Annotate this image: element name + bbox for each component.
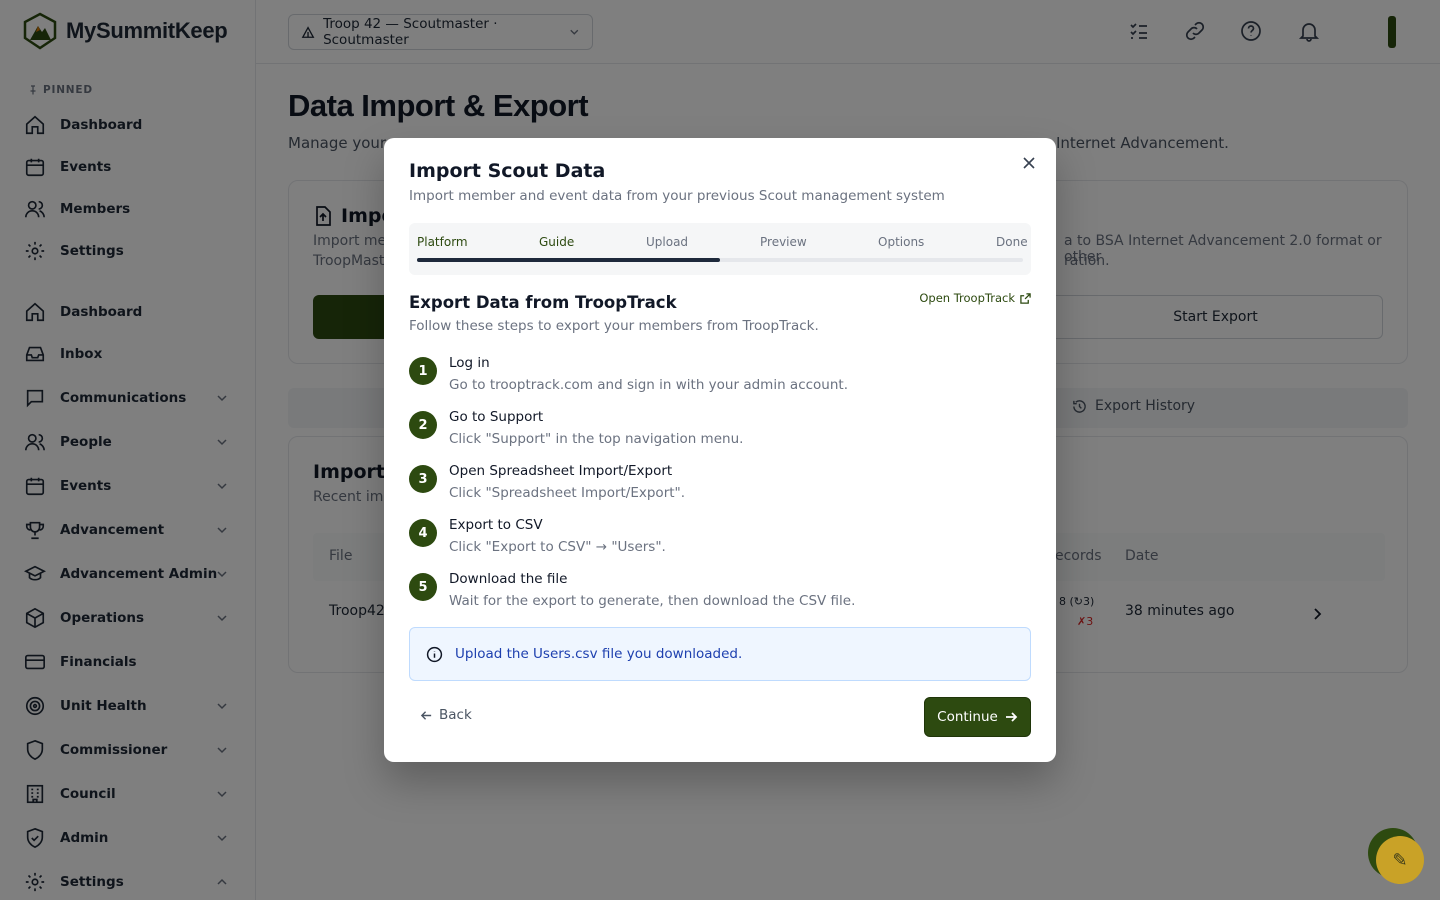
edit-fab[interactable]: ✎ [1376,836,1424,884]
pencil-icon: ✎ [1392,849,1408,871]
info-alert: Upload the Users.csv file you downloaded… [409,627,1031,681]
guide-step: 2 Go to Support Click "Support" in the t… [409,409,1009,453]
dialog-subtitle: Import member and event data from your p… [409,188,945,204]
wizard-stepper: Platform Guide Upload Preview Options Do… [409,223,1031,275]
step-description: Click "Spreadsheet Import/Export". [449,485,686,501]
step-title: Open Spreadsheet Import/Export [449,463,673,479]
step-platform[interactable]: Platform [417,235,468,249]
step-description: Click "Export to CSV" → "Users". [449,539,666,555]
step-title: Download the file [449,571,568,587]
info-icon [426,646,443,662]
guide-title: Export Data from TroopTrack [409,293,677,312]
step-number: 1 [409,357,437,385]
step-number: 2 [409,411,437,439]
guide-step: 4 Export to CSV Click "Export to CSV" → … [409,517,1009,561]
step-upload: Upload [646,235,689,249]
progress-fill [417,258,720,262]
step-preview: Preview [760,235,807,249]
arrow-right-icon [1005,712,1018,722]
import-dialog: Import Scout Data Import member and even… [384,138,1056,762]
step-number: 3 [409,465,437,493]
open-trooptrack-link[interactable]: Open TroopTrack [919,291,1031,305]
step-done: Done [996,235,1028,249]
step-description: Click "Support" in the top navigation me… [449,431,744,447]
guide-subtitle: Follow these steps to export your member… [409,318,819,334]
back-button[interactable]: Back [420,707,472,723]
close-icon[interactable] [1020,154,1038,172]
arrow-left-icon [420,710,432,720]
info-text: Upload the Users.csv file you downloaded… [455,646,743,662]
step-options: Options [878,235,925,249]
guide-step: 1 Log in Go to trooptrack.com and sign i… [409,355,1009,399]
step-description: Wait for the export to generate, then do… [449,593,856,609]
step-title: Go to Support [449,409,544,425]
step-title: Export to CSV [449,517,543,533]
guide-step: 3 Open Spreadsheet Import/Export Click "… [409,463,1009,507]
step-guide[interactable]: Guide [539,235,574,249]
continue-button[interactable]: Continue [924,697,1031,737]
external-link-icon [1020,292,1031,304]
step-number: 5 [409,573,437,601]
step-number: 4 [409,519,437,547]
guide-step: 5 Download the file Wait for the export … [409,571,1009,615]
progress-track [417,258,1023,262]
dialog-title: Import Scout Data [409,160,606,182]
step-title: Log in [449,355,490,371]
step-description: Go to trooptrack.com and sign in with yo… [449,377,848,393]
